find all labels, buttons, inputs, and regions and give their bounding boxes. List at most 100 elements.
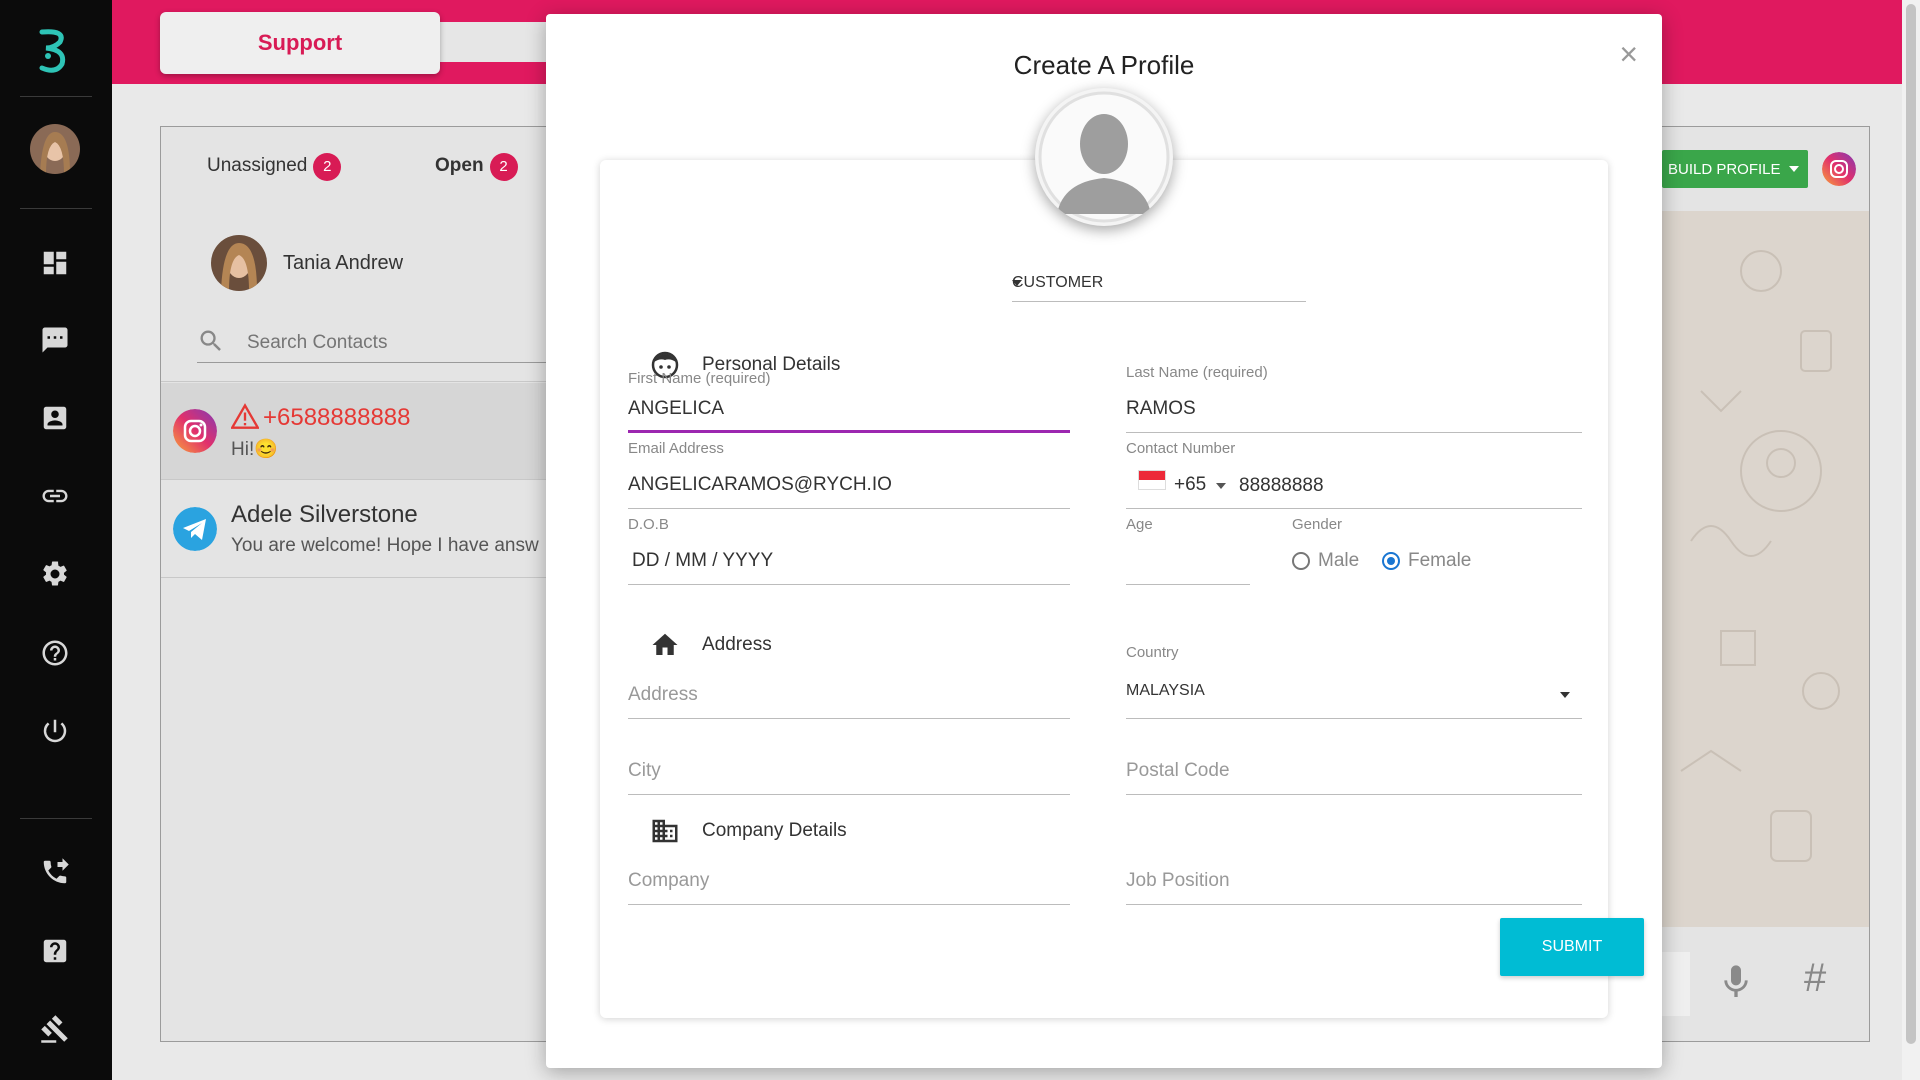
section-title: Address <box>702 634 772 655</box>
dob-value: DD / MM / YYYY <box>632 550 774 571</box>
email-label: Email Address <box>628 440 724 457</box>
underline <box>628 584 1070 585</box>
contacts-icon[interactable] <box>38 401 72 435</box>
first-name-field[interactable]: First Name (required) ANGELICA <box>628 370 1070 434</box>
last-name-field[interactable]: Last Name (required) RAMOS <box>1126 364 1582 434</box>
app-logo[interactable] <box>32 26 78 76</box>
underline <box>1126 904 1582 905</box>
country-select[interactable]: Country MALAYSIA <box>1126 644 1582 720</box>
help-icon[interactable] <box>38 636 72 670</box>
agent-selector[interactable]: Tania Andrew <box>211 235 403 291</box>
radio-circle-selected <box>1382 552 1400 570</box>
close-button[interactable]: × <box>1619 38 1638 70</box>
search-icon <box>200 330 221 351</box>
search-input[interactable] <box>247 329 567 357</box>
instagram-icon[interactable] <box>1822 152 1856 186</box>
dashboard-icon[interactable] <box>38 246 72 280</box>
address-placeholder: Address <box>628 684 698 705</box>
dob-label: D.O.B <box>628 516 669 533</box>
contact-name: Adele Silverstone <box>231 501 418 528</box>
contact-name: +6588888888 <box>230 403 411 432</box>
gavel-icon[interactable] <box>38 1012 72 1046</box>
tab-unassigned-label: Unassigned <box>207 155 308 176</box>
user-avatar[interactable] <box>30 124 80 174</box>
chevron-down-icon[interactable] <box>1216 483 1226 489</box>
underline <box>628 794 1070 795</box>
profile-type-select[interactable]: CUSTOMER <box>1012 266 1306 302</box>
job-position-field[interactable]: Job Position <box>1126 860 1582 906</box>
warning-icon <box>230 403 260 429</box>
city-field[interactable]: City <box>628 750 1070 796</box>
company-field[interactable]: Company <box>628 860 1070 906</box>
contact-number-field[interactable]: Contact Number +65 88888888 <box>1126 440 1582 510</box>
underline <box>628 718 1070 719</box>
list-item[interactable]: +6588888888 Hi!😊 <box>161 383 559 479</box>
tab-open[interactable]: Open 2 <box>435 153 518 181</box>
first-name-value: ANGELICA <box>628 398 725 419</box>
postal-code-field[interactable]: Postal Code <box>1126 750 1582 796</box>
first-name-label: First Name (required) <box>628 370 771 387</box>
telegram-icon <box>173 507 217 551</box>
underline <box>1126 718 1582 719</box>
submit-button[interactable]: SUBMIT <box>1500 918 1644 976</box>
chevron-down-icon <box>1012 280 1022 286</box>
age-label: Age <box>1126 516 1153 533</box>
postal-code-placeholder: Postal Code <box>1126 760 1230 781</box>
gender-female-label: Female <box>1408 550 1472 571</box>
scrollbar-thumb[interactable] <box>1906 4 1916 1044</box>
build-profile-button[interactable]: BUILD PROFILE <box>1662 150 1808 188</box>
singapore-flag-icon[interactable] <box>1138 470 1166 490</box>
chat-panel <box>1660 126 1870 1042</box>
dob-field[interactable]: D.O.B DD / MM / YYYY <box>628 516 1070 586</box>
gender-male-label: Male <box>1318 550 1360 571</box>
microphone-icon[interactable] <box>1716 960 1756 1004</box>
unassigned-count-badge: 2 <box>313 153 342 181</box>
underline <box>1126 794 1582 795</box>
power-icon[interactable] <box>38 714 72 748</box>
link-icon[interactable] <box>38 479 72 513</box>
rail-divider <box>20 818 92 819</box>
underline <box>628 508 1070 509</box>
address-field[interactable]: Address <box>628 674 1070 720</box>
rail-divider <box>20 96 92 97</box>
email-field[interactable]: Email Address ANGELICARAMOS@RYCH.IO <box>628 440 1070 510</box>
support-button[interactable]: Support <box>160 12 440 74</box>
underline <box>1126 508 1582 509</box>
chevron-down-icon <box>1788 166 1799 172</box>
contact-search <box>197 323 577 363</box>
open-count-badge: 2 <box>489 153 518 181</box>
gear-icon[interactable] <box>38 557 72 591</box>
page-scrollbar[interactable] <box>1902 0 1920 1080</box>
agent-name: Tania Andrew <box>283 251 404 274</box>
divider <box>161 577 559 578</box>
create-profile-modal: Create A Profile × CUSTOMER Personal Det… <box>546 14 1662 1068</box>
age-field[interactable]: Age <box>1126 516 1250 586</box>
chevron-down-icon <box>1560 692 1570 698</box>
hashtag-button[interactable]: # <box>1804 956 1826 1001</box>
last-name-value: RAMOS <box>1126 398 1196 419</box>
question-box-icon[interactable] <box>38 934 72 968</box>
contact-number-label: Contact Number <box>1126 440 1236 457</box>
tab-unassigned[interactable]: Unassigned 2 <box>207 153 342 181</box>
profile-picture-upload[interactable] <box>1035 88 1173 226</box>
active-underline <box>628 430 1070 433</box>
country-label: Country <box>1126 644 1179 661</box>
gender-male-radio[interactable]: Male <box>1292 550 1359 572</box>
company-details-header: Company Details <box>650 816 847 846</box>
chat-background <box>1661 211 1869 927</box>
underline <box>628 904 1070 905</box>
list-item[interactable]: Adele Silverstone You are welcome! Hope … <box>161 481 559 577</box>
build-profile-label: BUILD PROFILE <box>1668 160 1781 178</box>
contact-number-value: 88888888 <box>1239 475 1324 496</box>
chat-icon[interactable] <box>38 323 72 357</box>
gender-field: Gender Male Female <box>1292 516 1582 586</box>
underline <box>1126 584 1250 585</box>
message-input[interactable] <box>1660 952 1690 1016</box>
building-icon <box>650 816 680 846</box>
home-icon <box>650 630 680 660</box>
city-placeholder: City <box>628 760 661 781</box>
contact-last-message: Hi!😊 <box>231 439 278 460</box>
country-value: MALAYSIA <box>1126 682 1205 699</box>
gender-female-radio[interactable]: Female <box>1382 550 1471 572</box>
phone-forward-icon[interactable] <box>38 855 72 889</box>
